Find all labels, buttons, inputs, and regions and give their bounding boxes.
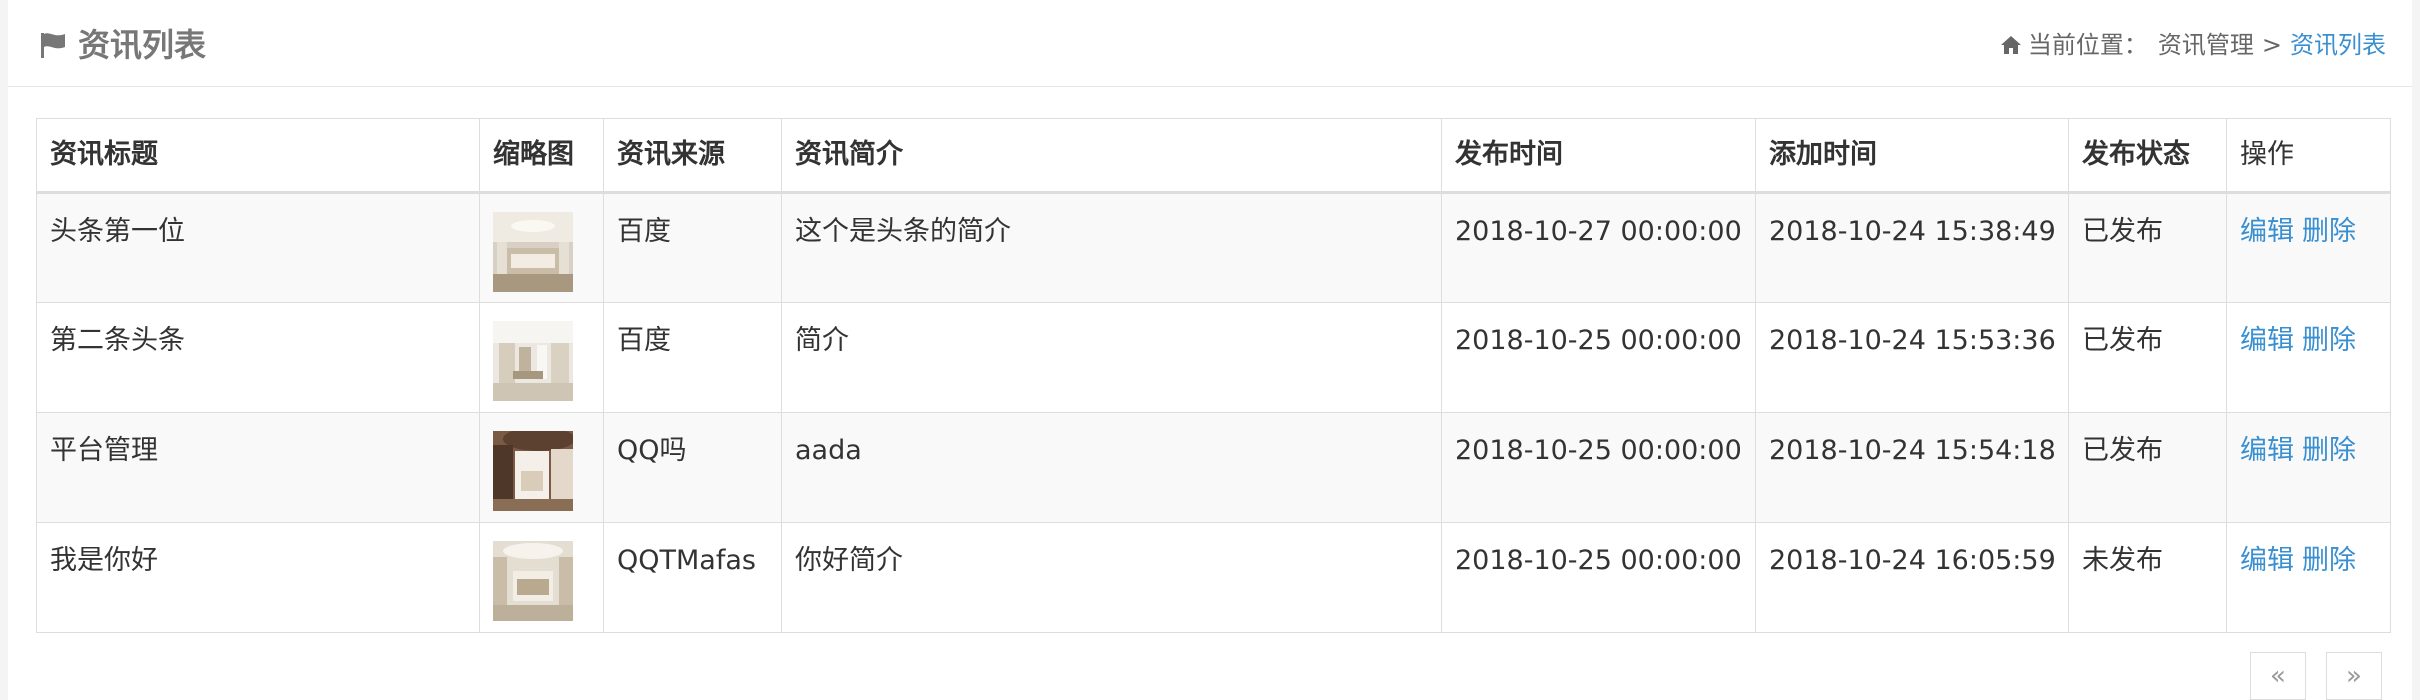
news-source: QQTMafas xyxy=(603,522,782,633)
add-time: 2018-10-24 15:53:36 xyxy=(1755,302,2069,413)
prev-page-button[interactable]: « xyxy=(2250,652,2306,700)
news-source: QQ吗 xyxy=(603,412,782,523)
news-title: 我是你好 xyxy=(36,522,480,633)
table-row: 头条第一位 百度 这个是头条的简介 2018-10-27 00:00:00 20… xyxy=(36,192,2391,303)
news-summary: 这个是头条的简介 xyxy=(781,192,1442,303)
actions-cell: 编辑 删除 xyxy=(2226,302,2391,413)
page-title-text: 资讯列表 xyxy=(78,26,207,64)
news-table-container: 资讯标题 缩略图 资讯来源 资讯简介 发布时间 添加时间 发布状态 操作 头条第… xyxy=(36,118,2391,633)
status-text: 已发布 xyxy=(2068,302,2227,413)
news-title: 平台管理 xyxy=(36,412,480,523)
news-title: 第二条头条 xyxy=(36,302,480,413)
breadcrumb-item-news-list[interactable]: 资讯列表 xyxy=(2290,24,2386,66)
table-row: 第二条头条 百度 简介 2018-10-25 00:00:00 2018-10-… xyxy=(36,302,2391,413)
delete-link[interactable]: 删除 xyxy=(2302,545,2356,576)
edit-link[interactable]: 编辑 xyxy=(2240,216,2294,247)
publish-time: 2018-10-27 00:00:00 xyxy=(1441,192,1756,303)
actions-cell: 编辑 删除 xyxy=(2226,412,2391,523)
news-source: 百度 xyxy=(603,192,782,303)
publish-time: 2018-10-25 00:00:00 xyxy=(1441,522,1756,633)
breadcrumb-item-news-management[interactable]: 资讯管理 xyxy=(2158,24,2254,66)
table-row: 我是你好 QQTMafas 你好简介 2018-10-25 00:00:00 2… xyxy=(36,522,2391,633)
thumbnail-image xyxy=(493,431,573,511)
status-text: 已发布 xyxy=(2068,412,2227,523)
next-page-button[interactable]: » xyxy=(2326,652,2382,700)
edit-link[interactable]: 编辑 xyxy=(2240,435,2294,466)
add-time: 2018-10-24 15:38:49 xyxy=(1755,192,2069,303)
thumbnail-cell xyxy=(479,412,604,523)
table-row: 平台管理 QQ吗 aada 2018-10-25 00:00:00 2018-1… xyxy=(36,412,2391,523)
thumbnail-cell xyxy=(479,192,604,303)
column-header-title: 资讯标题 xyxy=(36,118,480,194)
news-summary: 你好简介 xyxy=(781,522,1442,633)
thumbnail-cell xyxy=(479,302,604,413)
home-icon xyxy=(2000,36,2021,54)
column-header-publish-time: 发布时间 xyxy=(1441,118,1756,194)
content-panel: 资讯列表 当前位置： 资讯管理 > 资讯列表 资讯标题 缩略图 资讯来源 资讯简… xyxy=(8,0,2412,700)
column-header-summary: 资讯简介 xyxy=(781,118,1442,194)
thumbnail-image xyxy=(493,321,573,401)
column-header-status: 发布状态 xyxy=(2068,118,2227,194)
delete-link[interactable]: 删除 xyxy=(2302,435,2356,466)
page-title: 资讯列表 xyxy=(38,22,206,68)
news-title: 头条第一位 xyxy=(36,192,480,303)
breadcrumb: 当前位置： 资讯管理 > 资讯列表 xyxy=(2000,24,2386,66)
news-table: 资讯标题 缩略图 资讯来源 资讯简介 发布时间 添加时间 发布状态 操作 头条第… xyxy=(36,118,2391,633)
thumbnail-cell xyxy=(479,522,604,633)
pagination: « » xyxy=(2250,652,2382,700)
breadcrumb-label: 当前位置： xyxy=(2027,31,2148,59)
add-time: 2018-10-24 15:54:18 xyxy=(1755,412,2069,523)
status-text: 未发布 xyxy=(2068,522,2227,633)
publish-time: 2018-10-25 00:00:00 xyxy=(1441,412,1756,523)
status-text: 已发布 xyxy=(2068,192,2227,303)
thumbnail-image xyxy=(493,212,573,292)
news-summary: 简介 xyxy=(781,302,1442,413)
column-header-add-time: 添加时间 xyxy=(1755,118,2069,194)
column-header-source: 资讯来源 xyxy=(603,118,782,194)
publish-time: 2018-10-25 00:00:00 xyxy=(1441,302,1756,413)
thumbnail-image xyxy=(493,541,573,621)
add-time: 2018-10-24 16:05:59 xyxy=(1755,522,2069,633)
news-source: 百度 xyxy=(603,302,782,413)
delete-link[interactable]: 删除 xyxy=(2302,325,2356,356)
page-header: 资讯列表 当前位置： 资讯管理 > 资讯列表 xyxy=(8,0,2412,87)
delete-link[interactable]: 删除 xyxy=(2302,216,2356,247)
edit-link[interactable]: 编辑 xyxy=(2240,325,2294,356)
actions-cell: 编辑 删除 xyxy=(2226,522,2391,633)
column-header-actions: 操作 xyxy=(2226,118,2391,194)
table-header-row: 资讯标题 缩略图 资讯来源 资讯简介 发布时间 添加时间 发布状态 操作 xyxy=(36,118,2391,194)
flag-icon xyxy=(41,33,65,58)
actions-cell: 编辑 删除 xyxy=(2226,192,2391,303)
column-header-thumbnail: 缩略图 xyxy=(479,118,604,194)
edit-link[interactable]: 编辑 xyxy=(2240,545,2294,576)
breadcrumb-separator: > xyxy=(2261,31,2282,59)
news-summary: aada xyxy=(781,412,1442,523)
